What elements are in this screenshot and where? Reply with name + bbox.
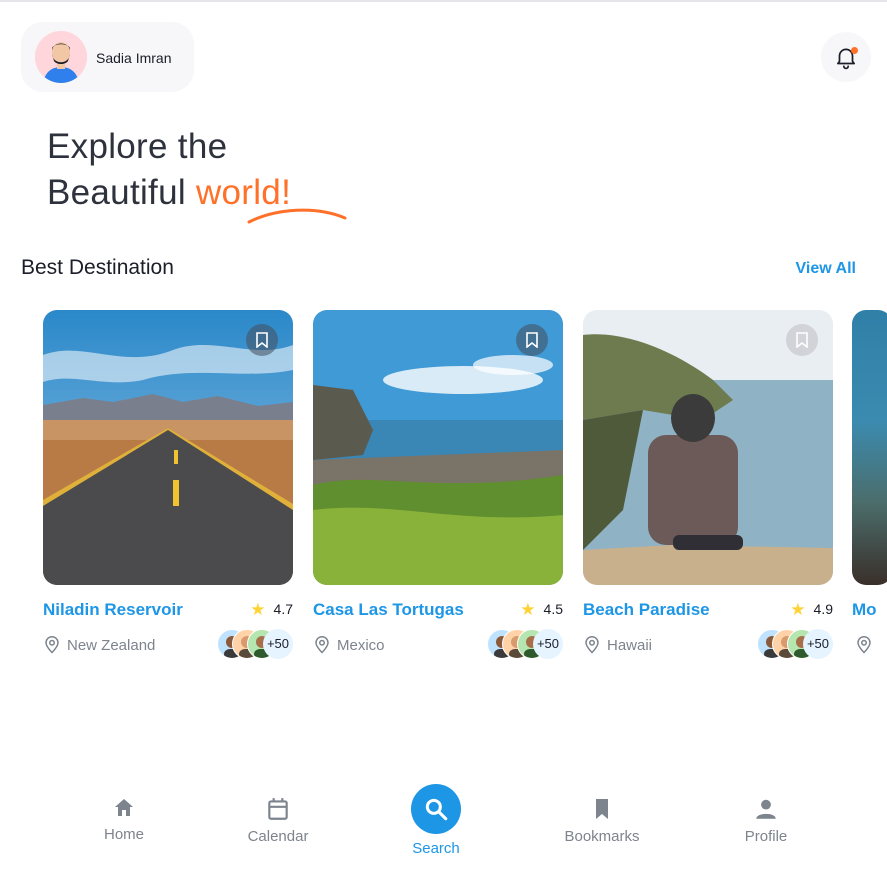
- visitors-avatars: +50: [757, 629, 833, 659]
- rating: ★ 4.9: [790, 600, 833, 620]
- location: Hawaii: [583, 636, 652, 654]
- section-title: Best Destination: [21, 256, 174, 279]
- nav-search[interactable]: Search: [381, 784, 491, 857]
- visitors-count: +50: [533, 629, 563, 659]
- location-pin-icon: [857, 636, 871, 654]
- bookmark-button[interactable]: [516, 324, 548, 356]
- bookmark-button[interactable]: [786, 324, 818, 356]
- nav-label: Home: [103, 826, 144, 843]
- nav-label: Calendar: [247, 828, 309, 845]
- location: New Zealand: [43, 636, 155, 654]
- location-name: Hawaii: [607, 637, 653, 654]
- calendar-icon: [268, 798, 288, 820]
- search-icon: [425, 798, 448, 821]
- home-icon: [115, 799, 133, 816]
- rating: ★ 4.7: [250, 600, 293, 620]
- underline-swoosh: [247, 208, 347, 224]
- star-icon: ★: [790, 600, 806, 619]
- visitors-count: +50: [263, 629, 293, 659]
- nav-bookmarks[interactable]: Bookmarks: [547, 796, 657, 845]
- bookmark-outline-icon: [256, 332, 268, 348]
- bookmark-outline-icon: [526, 332, 538, 348]
- nav-label: Bookmarks: [564, 828, 640, 845]
- destination-name: Mo: [852, 600, 877, 619]
- destination-card[interactable]: Beach Paradise ★ 4.9 Hawaii +50: [583, 310, 833, 670]
- hero-line-1: Explore the: [47, 127, 228, 166]
- visitors-avatars: +50: [487, 629, 563, 659]
- destination-name: Casa Las Tortugas: [313, 600, 464, 619]
- location: Mexico: [313, 636, 385, 654]
- location-pin-icon: [315, 636, 329, 654]
- hero-line-2-prefix: Beautiful: [47, 173, 196, 212]
- avatar: [35, 31, 87, 83]
- location-name: New Zealand: [67, 637, 156, 654]
- star-icon: ★: [520, 600, 536, 619]
- notification-dot: [851, 47, 858, 54]
- destination-name: Beach Paradise: [583, 600, 710, 619]
- nav-label: Profile: [744, 828, 788, 845]
- location-pin-icon: [45, 636, 59, 654]
- nav-label: Search: [412, 840, 460, 857]
- location-pin-icon: [585, 636, 599, 654]
- notification-button[interactable]: [821, 32, 871, 82]
- profile-chip[interactable]: Sadia Imran: [21, 22, 194, 92]
- view-all-link[interactable]: View All: [796, 260, 856, 278]
- bookmark-button[interactable]: [246, 324, 278, 356]
- rating: ★ 4.5: [520, 600, 563, 620]
- location-name: Mexico: [337, 637, 385, 654]
- user-name: Sadia Imran: [96, 50, 172, 66]
- nav-home[interactable]: Home: [69, 796, 179, 843]
- rating-value: 4.5: [543, 601, 563, 617]
- rating-value: 4.9: [813, 601, 833, 617]
- star-icon: ★: [250, 600, 266, 619]
- nav-calendar[interactable]: Calendar: [223, 796, 333, 845]
- bottom-nav: Home Calendar Search Bookmarks Profile: [0, 780, 887, 877]
- person-icon: [756, 799, 776, 819]
- destination-name: Niladin Reservoir: [43, 600, 183, 619]
- visitors-count: +50: [803, 629, 833, 659]
- rating-value: 4.7: [273, 601, 293, 617]
- destination-card[interactable]: Niladin Reservoir ★ 4.7 New Zealand +50: [43, 310, 293, 670]
- destination-card[interactable]: Casa Las Tortugas ★ 4.5 Mexico +50: [313, 310, 563, 670]
- destination-card-peek[interactable]: [852, 310, 887, 585]
- bookmark-icon: [596, 799, 608, 819]
- top-divider: [0, 0, 887, 2]
- hero-heading: Explore the Beautiful world!: [47, 124, 347, 224]
- search-button[interactable]: [411, 784, 461, 834]
- bookmark-outline-icon: [796, 332, 808, 348]
- visitors-avatars: +50: [217, 629, 293, 659]
- nav-profile[interactable]: Profile: [711, 796, 821, 845]
